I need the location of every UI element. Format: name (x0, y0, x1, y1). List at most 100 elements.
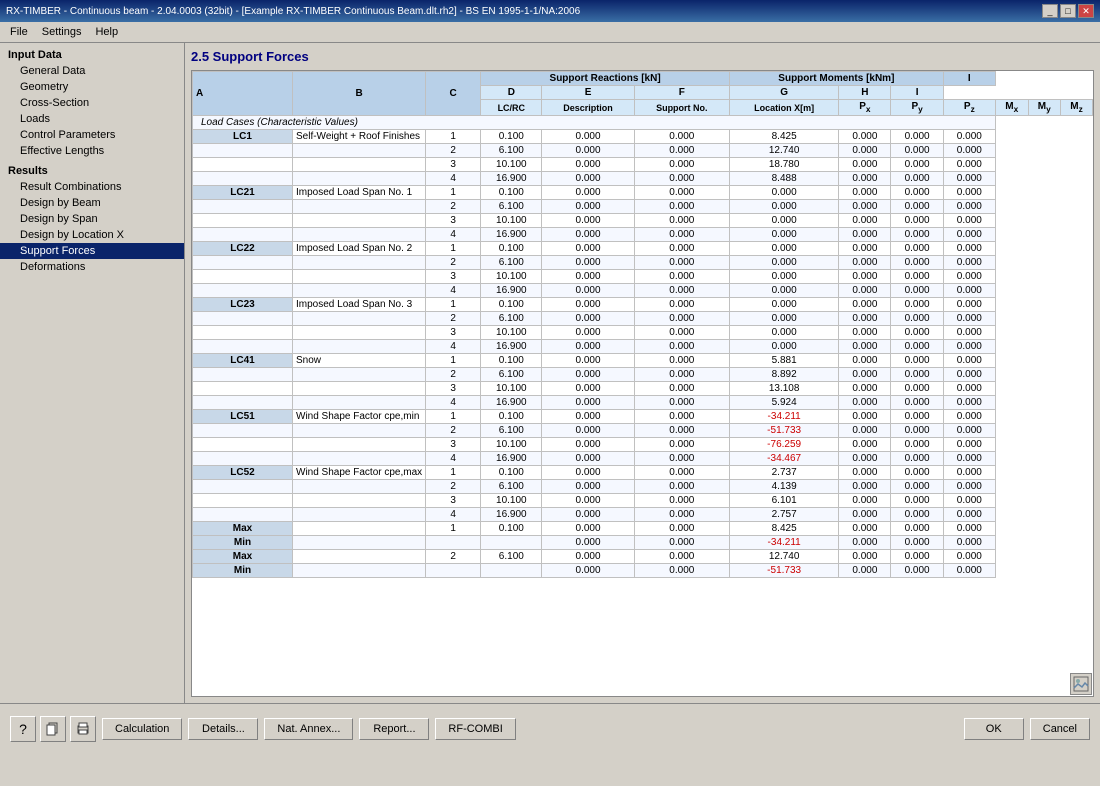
table-cell: 10.100 (481, 326, 542, 340)
sidebar-item-effective-lengths[interactable]: Effective Lengths (0, 143, 184, 159)
menu-file[interactable]: File (4, 24, 34, 40)
table-cell: 0.000 (943, 144, 995, 158)
table-cell: 0.000 (891, 452, 943, 466)
window-controls[interactable]: _ □ ✕ (1042, 4, 1094, 18)
nat-annex-button[interactable]: Nat. Annex... (264, 718, 353, 740)
table-cell: 2.757 (730, 508, 839, 522)
table-cell (193, 438, 293, 452)
sidebar-item-deformations[interactable]: Deformations (0, 259, 184, 275)
table-cell: 0.000 (943, 368, 995, 382)
sidebar-item-loads[interactable]: Loads (0, 111, 184, 127)
table-cell: 0.000 (730, 340, 839, 354)
table-row: 310.1000.0000.0000.0000.0000.0000.000 (193, 326, 1093, 340)
rf-combi-button[interactable]: RF-COMBI (435, 718, 515, 740)
table-cell: 0.000 (943, 438, 995, 452)
close-button[interactable]: ✕ (1078, 4, 1094, 18)
sidebar-item-control-parameters[interactable]: Control Parameters (0, 127, 184, 143)
table-cell: 0.000 (634, 326, 729, 340)
sidebar-item-geometry[interactable]: Geometry (0, 79, 184, 95)
table-cell: 0.000 (891, 466, 943, 480)
table-cell: 0.000 (891, 424, 943, 438)
table-cell: 0.000 (634, 368, 729, 382)
table-cell: 0.000 (634, 340, 729, 354)
table-cell (293, 536, 426, 550)
table-cell (293, 424, 426, 438)
table-cell: 0.000 (943, 214, 995, 228)
corner-icon[interactable] (1070, 673, 1092, 695)
table-cell: 0.100 (481, 298, 542, 312)
table-row: 26.1000.0000.0004.1390.0000.0000.000 (193, 480, 1093, 494)
table-cell (193, 144, 293, 158)
toolbar-left: ? (10, 716, 96, 742)
table-row: 26.1000.0000.0000.0000.0000.0000.000 (193, 256, 1093, 270)
calculation-button[interactable]: Calculation (102, 718, 182, 740)
title-text: RX-TIMBER - Continuous beam - 2.04.0003 … (6, 6, 580, 17)
table-cell: 0.000 (542, 326, 634, 340)
table-cell: 0.000 (634, 144, 729, 158)
cancel-button[interactable]: Cancel (1030, 718, 1090, 740)
desc-cell: Self-Weight + Roof Finishes (293, 130, 426, 144)
sidebar-item-support-forces[interactable]: Support Forces (0, 243, 184, 259)
ok-button[interactable]: OK (964, 718, 1024, 740)
sidebar-item-general-data[interactable]: General Data (0, 63, 184, 79)
sidebar-item-design-by-span[interactable]: Design by Span (0, 211, 184, 227)
table-cell (293, 214, 426, 228)
copy-icon (46, 722, 60, 736)
table-row: 310.1000.0000.0006.1010.0000.0000.000 (193, 494, 1093, 508)
table-cell: 3 (426, 326, 481, 340)
table-cell: 0.000 (634, 438, 729, 452)
table-cell: 0.000 (542, 158, 634, 172)
sidebar-section-results: Results (0, 163, 184, 179)
table-cell (293, 228, 426, 242)
table-cell: 0.000 (634, 256, 729, 270)
copy-button[interactable] (40, 716, 66, 742)
table-cell: 6.100 (481, 312, 542, 326)
type-cell: Max (193, 550, 293, 564)
table-cell: 0.000 (634, 158, 729, 172)
maximize-button[interactable]: □ (1060, 4, 1076, 18)
table-cell (193, 214, 293, 228)
table-cell: 0.000 (839, 256, 891, 270)
table-cell: 0.000 (839, 158, 891, 172)
sidebar-item-design-by-beam[interactable]: Design by Beam (0, 195, 184, 211)
table-cell (293, 438, 426, 452)
table-cell: 0.100 (481, 354, 542, 368)
table-cell: 0.000 (943, 396, 995, 410)
table-cell: 0.000 (730, 284, 839, 298)
col-header-mz: I (891, 86, 943, 100)
table-row: LC1Self-Weight + Roof Finishes10.1000.00… (193, 130, 1093, 144)
table-cell: 16.900 (481, 396, 542, 410)
print-icon (76, 722, 90, 736)
table-cell (193, 228, 293, 242)
sidebar-item-design-by-location[interactable]: Design by Location X (0, 227, 184, 243)
col-header-location: Location X[m] (730, 100, 839, 116)
table-cell: 2 (426, 424, 481, 438)
sidebar-item-result-combinations[interactable]: Result Combinations (0, 179, 184, 195)
minimize-button[interactable]: _ (1042, 4, 1058, 18)
table-cell: -76.259 (730, 438, 839, 452)
table-cell: 0.000 (943, 550, 995, 564)
table-cell: 0.000 (542, 256, 634, 270)
print-button[interactable] (70, 716, 96, 742)
table-row: 310.1000.0000.00018.7800.0000.0000.000 (193, 158, 1093, 172)
table-cell: 0.000 (730, 242, 839, 256)
table-cell (293, 158, 426, 172)
sidebar-section-input: Input Data (0, 47, 184, 63)
table-cell: 0.000 (943, 256, 995, 270)
table-cell: 0.000 (943, 424, 995, 438)
type-cell: Min (193, 536, 293, 550)
table-cell: 4 (426, 396, 481, 410)
report-button[interactable]: Report... (359, 718, 429, 740)
help-button[interactable]: ? (10, 716, 36, 742)
data-table-container[interactable]: A B C Support Reactions [kN] Support Mom… (191, 70, 1094, 697)
table-row: LC52Wind Shape Factor cpe,max10.1000.000… (193, 466, 1093, 480)
table-cell: 0.000 (542, 368, 634, 382)
sidebar-item-cross-section[interactable]: Cross-Section (0, 95, 184, 111)
table-cell: 0.000 (634, 228, 729, 242)
details-button[interactable]: Details... (188, 718, 258, 740)
table-cell: 0.000 (634, 550, 729, 564)
menu-settings[interactable]: Settings (36, 24, 88, 40)
table-cell: 0.000 (839, 298, 891, 312)
menu-help[interactable]: Help (89, 24, 124, 40)
table-cell: -34.467 (730, 452, 839, 466)
